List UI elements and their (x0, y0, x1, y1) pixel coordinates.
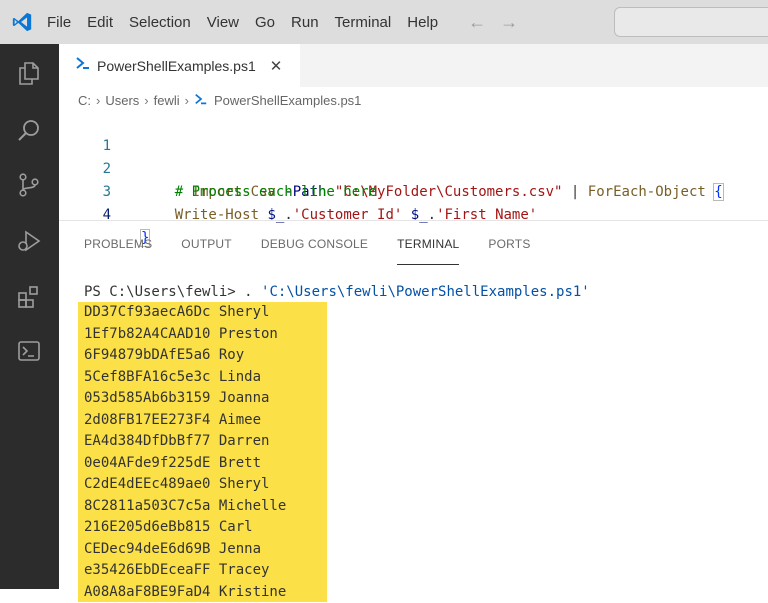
tab-label: PowerShellExamples.ps1 (97, 58, 256, 74)
menu-go[interactable]: Go (255, 14, 275, 31)
tab-terminal[interactable]: TERMINAL (397, 237, 459, 259)
terminal-prompt: PS C:\Users\fewli> . 'C:\Users\fewli\Pow… (84, 281, 590, 303)
breadcrumb-drive[interactable]: C: (78, 93, 91, 108)
code-line: 4 } (59, 181, 768, 204)
output-line: 8C2811a503C7c5a Michelle (84, 496, 286, 518)
editor-tab-bar: PowerShellExamples.ps1 ✕ (59, 44, 768, 87)
menu-view[interactable]: View (207, 14, 239, 31)
prompt-text: PS C:\Users\fewli> . (84, 284, 261, 300)
terminal-icon[interactable] (16, 338, 42, 364)
panel-tab-bar: PROBLEMS OUTPUT DEBUG CONSOLE TERMINAL P… (84, 237, 531, 259)
code-line: 3 Write-Host $_.'Customer Id' $_.'First … (59, 158, 768, 181)
tab-powershellexamples[interactable]: PowerShellExamples.ps1 ✕ (59, 44, 300, 87)
activity-bar (0, 44, 59, 589)
output-line: EA4d384DfDbBf77 Darren (84, 431, 286, 453)
command-center-search[interactable] (614, 7, 768, 37)
menu-edit[interactable]: Edit (87, 14, 113, 31)
search-icon[interactable] (16, 118, 42, 144)
output-line: C2dE4dEEc489ae0 Sheryl (84, 474, 286, 496)
menu-selection[interactable]: Selection (129, 14, 191, 31)
output-line: 0e04AFde9f225dE Brett (84, 453, 286, 475)
output-line: 053d585Ab6b3159 Joanna (84, 388, 286, 410)
chevron-right-icon: › (144, 93, 148, 108)
breadcrumb-fewli[interactable]: fewli (154, 93, 180, 108)
powershell-icon (75, 55, 91, 76)
tab-problems[interactable]: PROBLEMS (84, 237, 152, 259)
forward-arrow-icon[interactable]: → (500, 12, 518, 33)
output-line: 1Ef7b82A4CAAD10 Preston (84, 324, 286, 346)
code-line: 1 Import-Csv -Path "C:\MyFolder\Customer… (59, 112, 768, 135)
menu-help[interactable]: Help (407, 14, 438, 31)
back-arrow-icon[interactable]: ← (468, 12, 486, 33)
menu-file[interactable]: File (47, 14, 71, 31)
breadcrumb-file[interactable]: PowerShellExamples.ps1 (214, 93, 361, 108)
code-line: 2 # Process each line here (59, 135, 768, 158)
title-bar: File Edit Selection View Go Run Terminal… (0, 0, 768, 44)
line-number: 4 (59, 204, 111, 227)
run-debug-icon[interactable] (16, 228, 42, 254)
output-line: CEDec94deE6d69B Jenna (84, 539, 286, 561)
output-line: e35426EbDEceaFF Tracey (84, 560, 286, 582)
extensions-icon[interactable] (16, 284, 42, 310)
output-line: 216E205d6eBb815 Carl (84, 517, 286, 539)
output-line: DD37Cf93aecA6Dc Sheryl (84, 302, 286, 324)
menu-run[interactable]: Run (291, 14, 319, 31)
output-line: 5Cef8BFA16c5e3c Linda (84, 367, 286, 389)
explorer-icon[interactable] (16, 60, 42, 86)
tab-output[interactable]: OUTPUT (181, 237, 232, 259)
panel-divider (59, 220, 768, 221)
chevron-right-icon: › (96, 93, 100, 108)
source-control-icon[interactable] (16, 172, 42, 198)
close-icon[interactable]: ✕ (270, 57, 283, 75)
breadcrumb-users[interactable]: Users (105, 93, 139, 108)
powershell-icon (194, 92, 208, 109)
code-editor[interactable]: 1 Import-Csv -Path "C:\MyFolder\Customer… (59, 112, 768, 212)
script-path: 'C:\Users\fewli\PowerShellExamples.ps1' (261, 284, 590, 300)
output-line: 2d08FB17EE273F4 Aimee (84, 410, 286, 432)
vscode-logo-icon[interactable] (11, 11, 33, 33)
output-line: 6F94879bDAfE5a6 Roy (84, 345, 286, 367)
terminal-panel[interactable]: PS C:\Users\fewli> . 'C:\Users\fewli\Pow… (84, 281, 590, 303)
breadcrumb: C: › Users › fewli › PowerShellExamples.… (78, 90, 361, 110)
tab-debug-console[interactable]: DEBUG CONSOLE (261, 237, 368, 259)
output-line: A08A8aF8BE9FaD4 Kristine (84, 582, 286, 603)
tab-ports[interactable]: PORTS (488, 237, 530, 259)
menu-terminal[interactable]: Terminal (335, 14, 392, 31)
terminal-output: DD37Cf93aecA6Dc Sheryl 1Ef7b82A4CAAD10 P… (84, 302, 286, 603)
chevron-right-icon: › (185, 93, 189, 108)
